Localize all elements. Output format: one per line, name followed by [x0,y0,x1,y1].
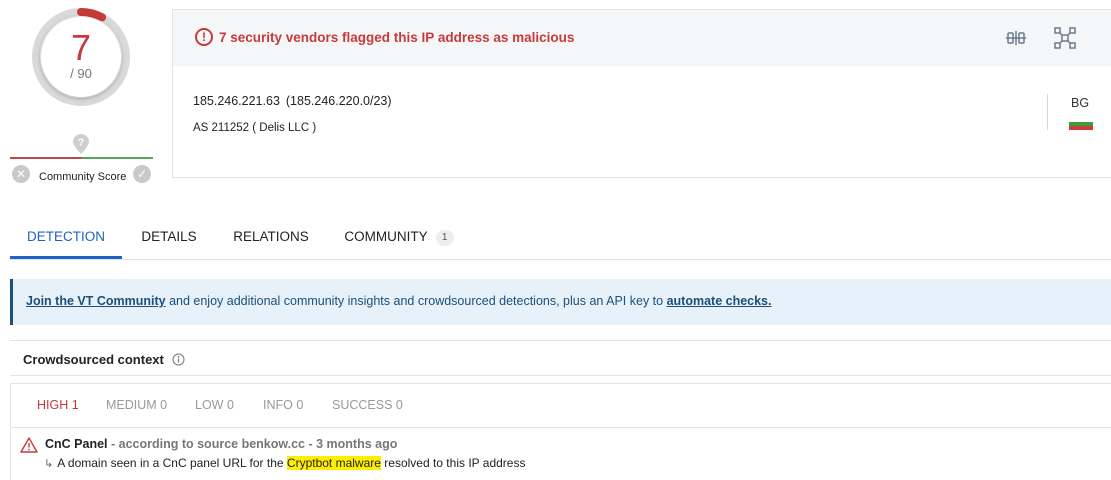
bulgaria-flag-icon [1069,118,1093,130]
filter-info[interactable]: INFO 0 [263,398,303,412]
tab-label: DETAILS [141,229,197,244]
community-count-badge: 1 [435,230,454,246]
community-score-bar [10,157,153,159]
alert-message: 7 security vendors flagged this IP addre… [219,30,575,45]
filter-success[interactable]: SUCCESS 0 [332,398,403,412]
tab-community[interactable]: COMMUNITY 1 [338,214,460,259]
result-source: - according to source benkow.cc - 3 mont… [107,437,398,451]
result-description: ↳ A domain seen in a CnC panel URL for th… [44,456,525,470]
tab-detection[interactable]: DETECTION [10,214,122,259]
join-community-link[interactable]: Join the VT Community [26,294,166,308]
question-pin-icon: ? [73,134,89,154]
filter-medium[interactable]: MEDIUM 0 [106,398,167,412]
result-desc-post: resolved to this IP address [380,456,526,470]
automate-checks-link[interactable]: automate checks. [667,294,772,308]
tab-bar: DETECTION DETAILS RELATIONS COMMUNITY 1 [10,214,1111,260]
ip-summary-card: ! 7 security vendors flagged this IP add… [172,9,1111,178]
malware-name-highlight: Cryptbot malware [286,456,381,470]
info-icon[interactable] [172,353,185,366]
result-title: CnC Panel - according to source benkow.c… [45,437,397,451]
country-code: BG [1071,96,1090,110]
ip-address-line: 185.246.221.63 (185.246.220.0/23) [193,94,392,108]
country-block: BG [1047,94,1111,130]
ip-range[interactable]: (185.246.220.0/23) [286,94,392,108]
context-result-item: CnC Panel - according to source benkow.c… [10,428,1111,480]
svg-text:?: ? [78,138,84,149]
tab-label: RELATIONS [233,229,309,244]
vote-harmless-icon[interactable]: ✓ [133,165,151,183]
community-banner: Join the VT Community and enjoy addition… [10,279,1111,325]
tab-relations[interactable]: RELATIONS [226,214,316,259]
score-total: / 90 [70,66,92,81]
filter-high[interactable]: HIGH 1 [37,398,79,412]
score-center: 7 / 90 [41,17,121,97]
tab-label: COMMUNITY [344,229,428,244]
as-owner[interactable]: AS 211252 ( Delis LLC ) [193,122,316,134]
result-name: CnC Panel [45,437,108,451]
compare-icon[interactable] [1005,27,1027,49]
ip-address[interactable]: 185.246.221.63 [193,94,280,108]
section-title: Crowdsourced context [23,352,164,367]
graph-icon[interactable] [1054,27,1076,49]
score-detections: 7 [70,27,92,68]
banner-text: and enjoy additional community insights … [165,294,667,308]
filter-low[interactable]: LOW 0 [195,398,234,412]
result-desc-pre: A domain seen in a CnC panel URL for the [57,456,287,470]
severity-filters: HIGH 1 MEDIUM 0 LOW 0 INFO 0 SUCCESS 0 [10,383,1111,428]
vote-malicious-icon[interactable]: ✕ [12,165,30,183]
community-score-label: Community Score [39,171,127,183]
tab-label: DETECTION [26,229,105,244]
tab-details[interactable]: DETAILS [132,214,206,259]
alert-header: ! 7 security vendors flagged this IP add… [173,10,1111,66]
crowdsourced-context-header: Crowdsourced context [10,340,1111,376]
detection-score-gauge: 7 / 90 [30,6,132,108]
warning-triangle-icon [20,437,38,453]
alert-circle-icon: ! [195,28,213,46]
subitem-arrow-icon: ↳ [44,457,54,470]
